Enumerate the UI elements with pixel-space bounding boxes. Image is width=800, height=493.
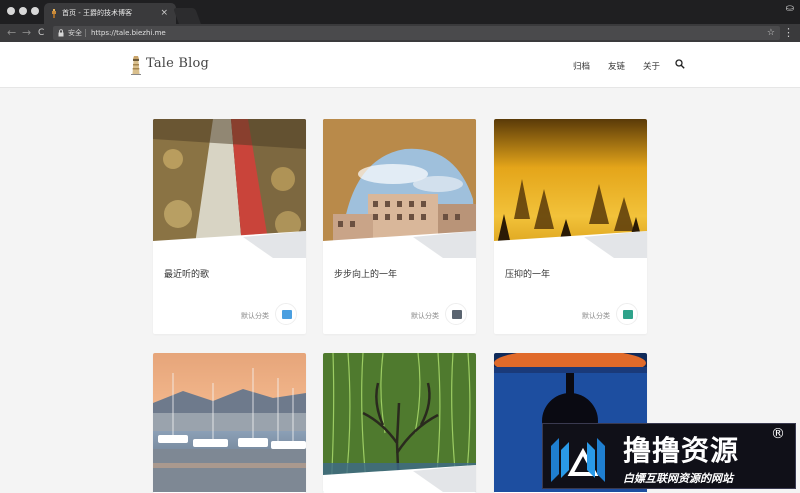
post-title[interactable]: 最近听的歌: [164, 267, 209, 280]
incognito-icon: ⛀: [785, 3, 794, 14]
window-minimize-button[interactable]: [19, 7, 27, 15]
category-badge-icon[interactable]: [445, 303, 467, 325]
new-tab-button[interactable]: [173, 8, 201, 24]
post-card[interactable]: 步步向上的一年 默认分类: [323, 119, 476, 334]
secure-label: 安全: [68, 29, 82, 37]
watermark-subtitle: 白嫖互联网资源的网站: [623, 472, 733, 485]
site-favicon-icon: [52, 9, 56, 18]
address-bar[interactable]: 安全 https://tale.biezhi.me ☆: [53, 26, 780, 40]
post-thumbnail[interactable]: [153, 353, 306, 492]
url-text: https://tale.biezhi.me: [91, 29, 166, 37]
registered-mark: ®: [771, 426, 785, 442]
site-header: Tale Blog 归档 友链 关于: [0, 42, 800, 88]
post-card[interactable]: [153, 353, 306, 493]
window-close-button[interactable]: [7, 7, 15, 15]
bookmark-star-icon[interactable]: ☆: [767, 26, 775, 40]
tab-title: 首页 - 王爵的技术博客: [62, 9, 132, 17]
tab-close-icon[interactable]: ×: [160, 3, 168, 24]
post-thumbnail[interactable]: [323, 353, 476, 492]
post-card[interactable]: [323, 353, 476, 493]
watermark-title: 撸撸资源: [623, 434, 740, 467]
browser-toolbar: ← → C 安全 https://tale.biezhi.me ☆ ⋮: [0, 24, 800, 42]
post-card[interactable]: 最近听的歌 默认分类: [153, 119, 306, 334]
watermark-logo-icon: [551, 438, 605, 482]
category-badge-icon[interactable]: [616, 303, 638, 325]
post-title[interactable]: 压抑的一年: [505, 267, 550, 280]
post-thumbnail[interactable]: [494, 119, 647, 258]
omnibox-divider: [85, 29, 86, 37]
browser-menu-icon[interactable]: ⋮: [783, 25, 794, 41]
site-logo-text[interactable]: Tale Blog: [146, 56, 209, 71]
post-title[interactable]: 步步向上的一年: [334, 267, 397, 280]
nav-link-archive[interactable]: 归档: [573, 60, 590, 72]
window-zoom-button[interactable]: [31, 7, 39, 15]
nav-link-about[interactable]: 关于: [643, 60, 660, 72]
browser-tab-strip: 首页 - 王爵的技术博客 × ⛀: [0, 0, 800, 24]
post-thumbnail[interactable]: [323, 119, 476, 258]
category-badge-icon[interactable]: [275, 303, 297, 325]
search-icon[interactable]: [675, 59, 685, 69]
post-thumbnail[interactable]: [153, 119, 306, 258]
post-category[interactable]: 默认分类: [582, 311, 610, 321]
reload-button[interactable]: C: [38, 25, 44, 41]
forward-button[interactable]: →: [22, 25, 31, 41]
browser-tab[interactable]: 首页 - 王爵的技术博客 ×: [44, 3, 176, 24]
post-card[interactable]: 压抑的一年 默认分类: [494, 119, 647, 334]
post-category[interactable]: 默认分类: [411, 311, 439, 321]
watermark-banner: 撸撸资源 ® 白嫖互联网资源的网站: [542, 423, 796, 489]
lighthouse-logo-icon[interactable]: [130, 55, 142, 75]
lock-icon: [58, 29, 64, 37]
nav-link-friends[interactable]: 友链: [608, 60, 625, 72]
post-category[interactable]: 默认分类: [241, 311, 269, 321]
back-button[interactable]: ←: [7, 25, 16, 41]
